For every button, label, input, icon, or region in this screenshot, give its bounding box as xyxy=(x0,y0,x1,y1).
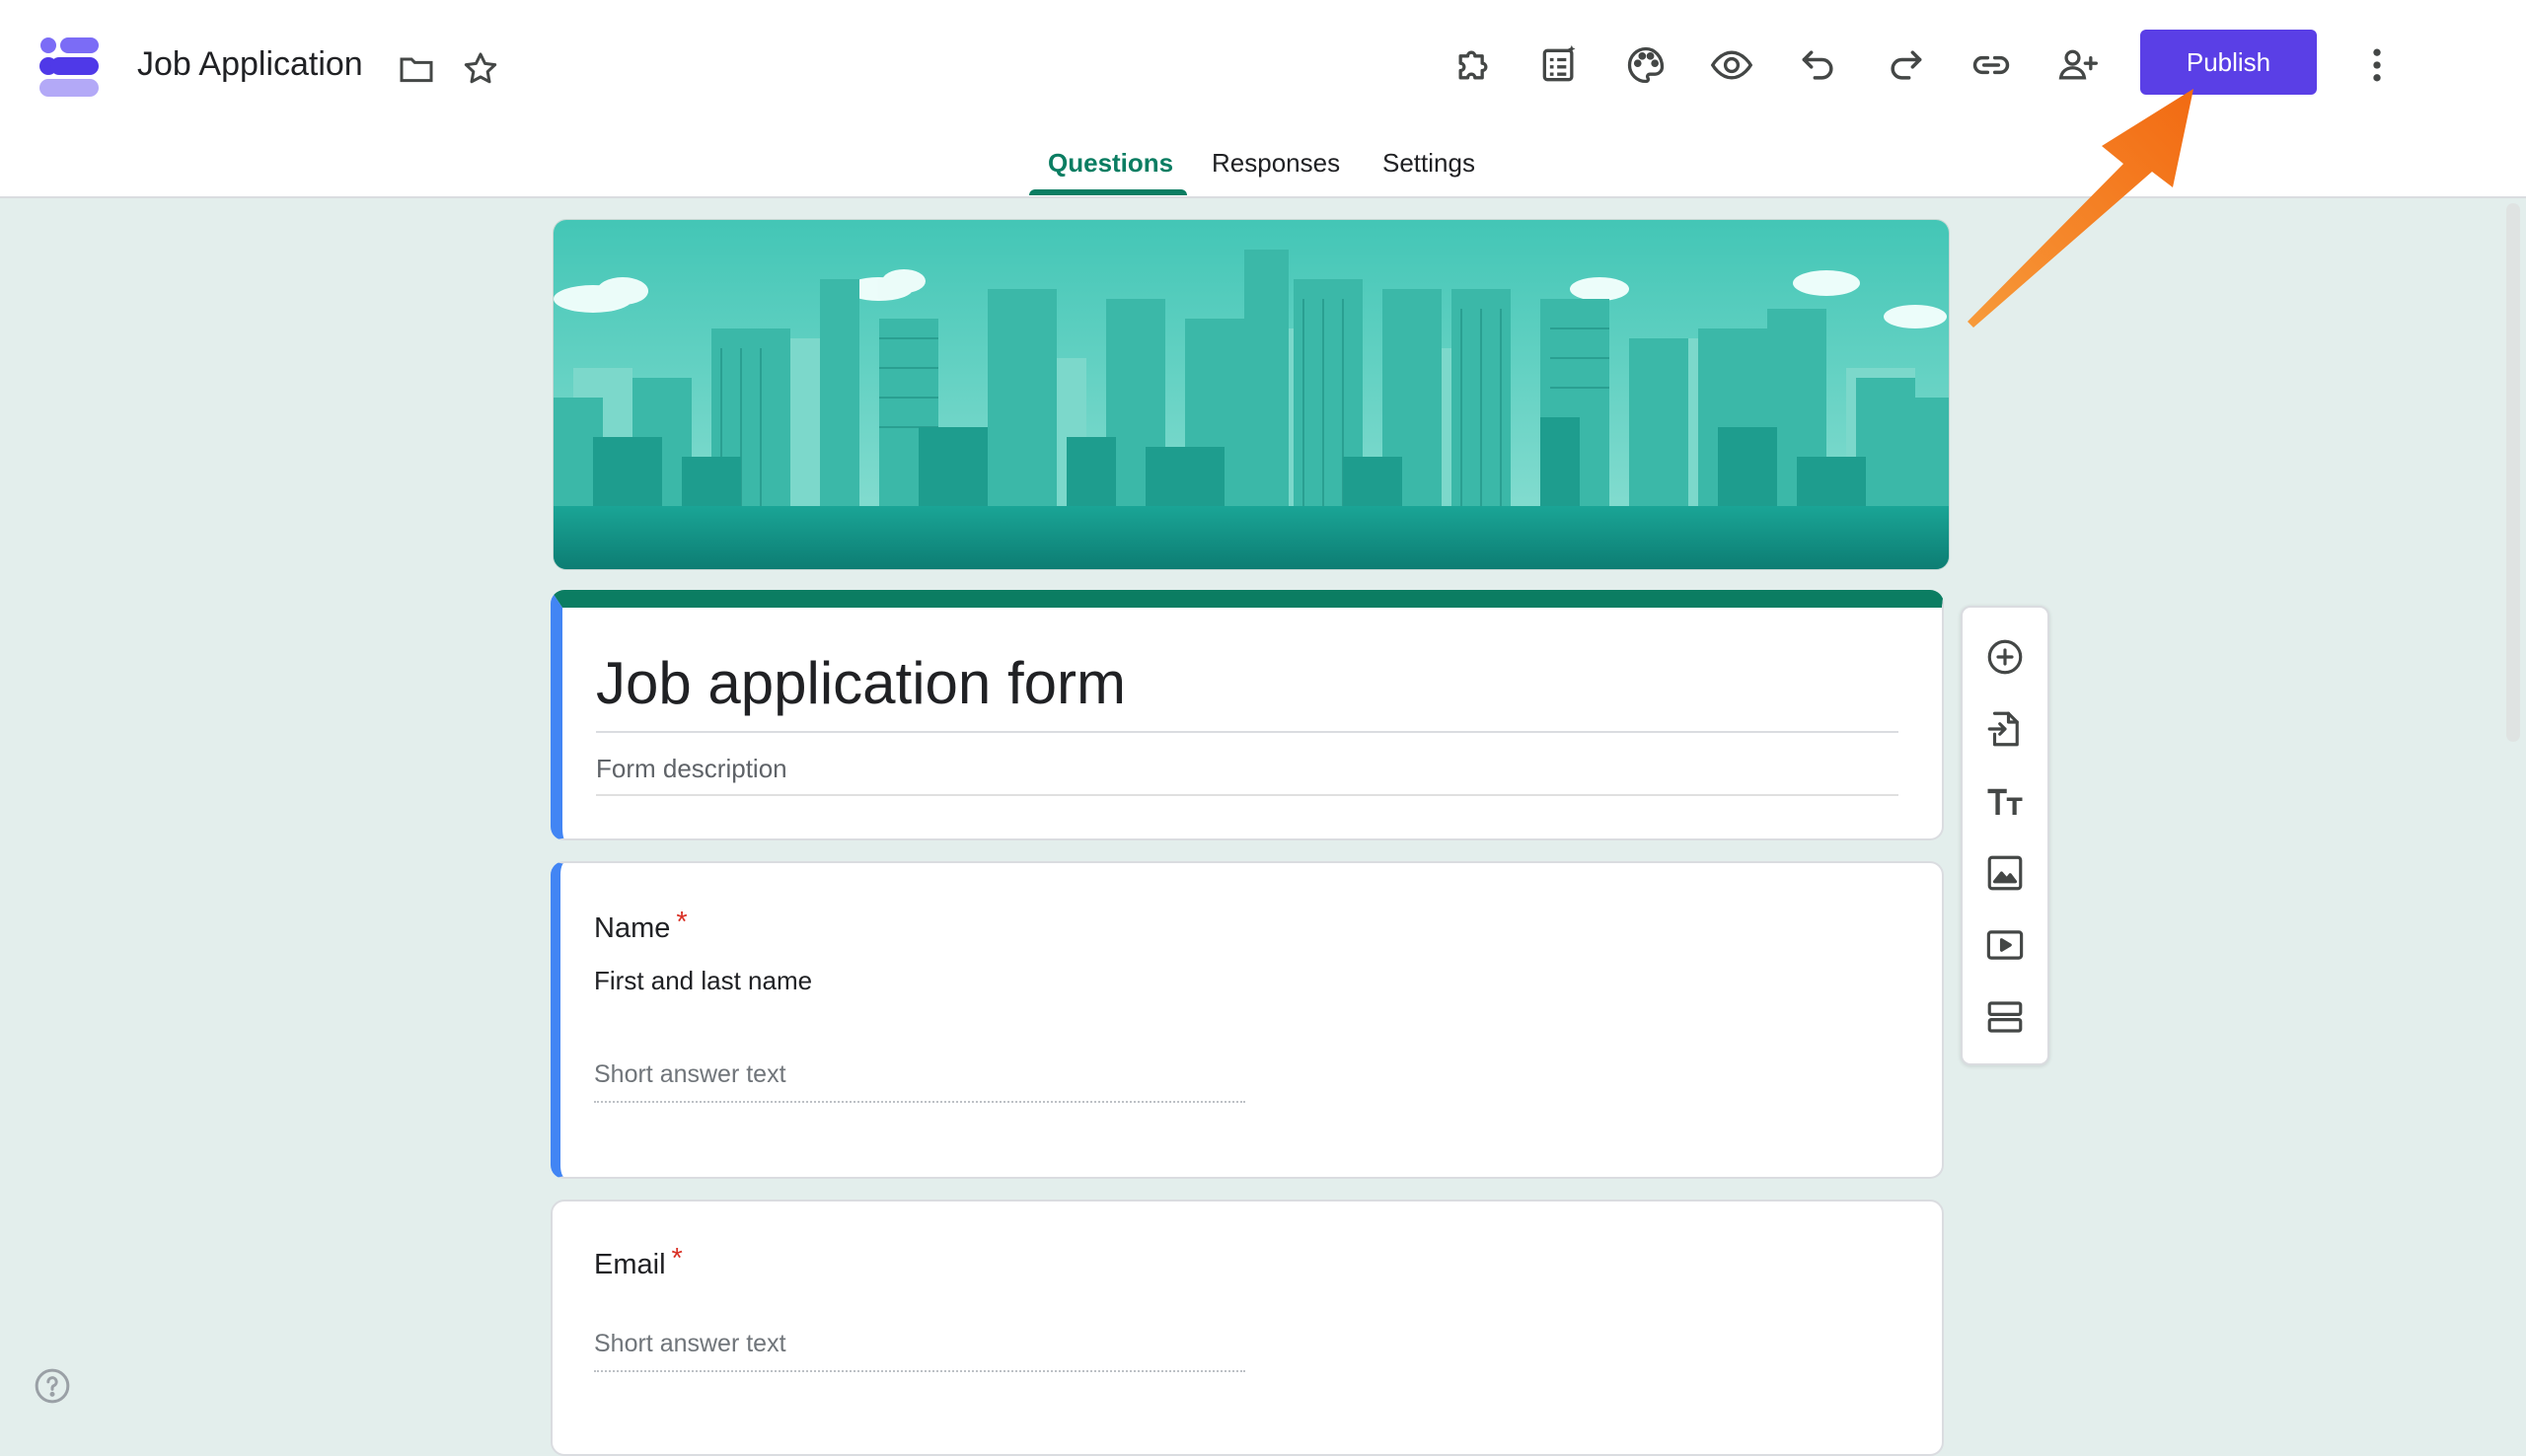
tab-settings[interactable]: Settings xyxy=(1382,148,1475,179)
redo-icon[interactable] xyxy=(1874,34,1937,97)
addons-icon[interactable] xyxy=(1442,34,1505,97)
form-title-card[interactable]: Job application form Form description xyxy=(551,590,1944,840)
folder-icon[interactable] xyxy=(393,45,440,93)
active-tab-indicator xyxy=(1029,189,1187,195)
floating-toolbar xyxy=(1961,606,2049,1065)
question-card-name[interactable]: Name * First and last name Short answer t… xyxy=(551,861,1944,1179)
palette-icon[interactable] xyxy=(1614,34,1677,97)
preview-icon[interactable] xyxy=(1700,34,1763,97)
question-title[interactable]: Email * xyxy=(594,1243,683,1281)
required-asterisk: * xyxy=(671,1243,683,1274)
question-description[interactable]: First and last name xyxy=(594,966,812,996)
add-section-icon[interactable] xyxy=(1975,987,2035,1047)
scrollbar-thumb[interactable] xyxy=(2506,203,2520,742)
import-questions-icon[interactable] xyxy=(1975,699,2035,759)
short-answer-field: Short answer text xyxy=(594,1330,1245,1372)
add-video-icon[interactable] xyxy=(1975,915,2035,975)
form-header-image[interactable] xyxy=(553,219,1950,570)
question-card-email[interactable]: Email * Short answer text xyxy=(551,1200,1944,1456)
more-vert-icon[interactable] xyxy=(2345,34,2409,97)
question-title[interactable]: Name * xyxy=(594,907,688,945)
add-question-icon[interactable] xyxy=(1975,627,2035,687)
tab-questions[interactable]: Questions xyxy=(1048,148,1173,179)
ai-checklist-icon[interactable] xyxy=(1527,34,1591,97)
short-answer-field: Short answer text xyxy=(594,1060,1245,1103)
tab-responses[interactable]: Responses xyxy=(1212,148,1340,179)
help-icon[interactable] xyxy=(33,1366,72,1406)
form-title[interactable]: Job application form xyxy=(596,649,1898,733)
annotation-arrow-icon xyxy=(1954,69,2220,330)
required-asterisk: * xyxy=(676,907,688,938)
star-icon[interactable] xyxy=(457,45,504,93)
forms-logo-icon[interactable] xyxy=(37,36,101,99)
undo-icon[interactable] xyxy=(1787,34,1850,97)
document-title[interactable]: Job Application xyxy=(137,45,363,84)
add-image-icon[interactable] xyxy=(1975,843,2035,903)
add-title-icon[interactable] xyxy=(1975,771,2035,831)
form-description-field[interactable]: Form description xyxy=(596,754,1898,796)
